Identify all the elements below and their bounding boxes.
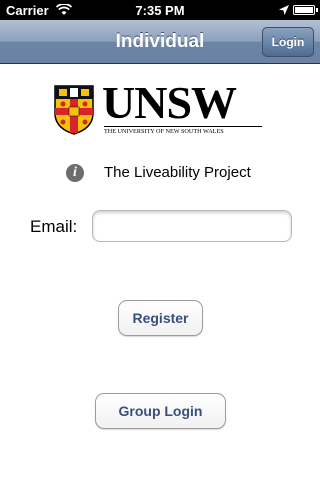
login-button[interactable]: Login xyxy=(262,27,314,57)
email-field[interactable] xyxy=(92,210,292,242)
battery-icon xyxy=(293,5,318,15)
unsw-logo: UNSW THE UNIVERSITY OF NEW SOUTH WALES xyxy=(54,77,264,138)
unsw-crest-icon xyxy=(54,85,94,135)
info-icon[interactable]: i xyxy=(66,164,84,182)
email-label: Email: xyxy=(30,217,78,236)
navigation-bar: Individual Login xyxy=(0,20,320,64)
status-time: 7:35 PM xyxy=(135,3,185,18)
group-login-button[interactable]: Group Login xyxy=(95,393,226,429)
register-button[interactable]: Register xyxy=(118,300,203,336)
location-arrow-icon xyxy=(279,5,289,15)
unsw-wordmark: UNSW xyxy=(102,77,237,128)
unsw-subtitle: THE UNIVERSITY OF NEW SOUTH WALES xyxy=(104,128,224,135)
logo-divider xyxy=(104,126,262,127)
status-bar: Carrier 7:35 PM xyxy=(0,0,320,20)
project-title: The Liveability Project xyxy=(104,164,251,181)
